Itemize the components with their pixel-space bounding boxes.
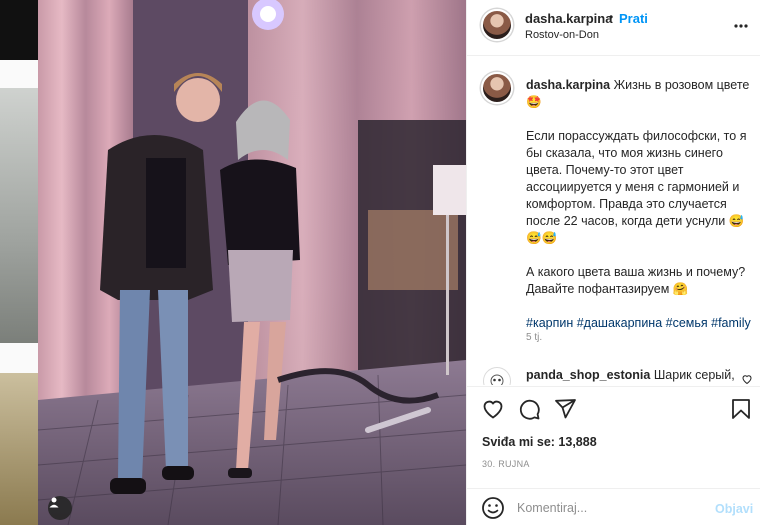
heart-icon[interactable] bbox=[481, 397, 505, 421]
separator-dot: • bbox=[609, 10, 614, 24]
comment-like-heart-icon[interactable] bbox=[741, 373, 753, 385]
emoji-icon[interactable] bbox=[481, 496, 505, 520]
bookmark-icon[interactable] bbox=[729, 397, 753, 421]
user-icon bbox=[49, 497, 59, 508]
caption-hashtags[interactable]: #карпин #дашакарпина #семья #family bbox=[526, 315, 752, 332]
avatar[interactable] bbox=[481, 9, 513, 41]
post-header: dasha.karpina • Prati Rostov-on-Don bbox=[467, 0, 760, 56]
sliver-image bbox=[0, 373, 38, 525]
sliver-image bbox=[0, 88, 38, 343]
sliver-gap bbox=[0, 343, 38, 373]
photo-illustration bbox=[38, 0, 466, 525]
comment-icon[interactable] bbox=[517, 397, 541, 421]
tagged-users-button[interactable] bbox=[48, 496, 72, 520]
follow-button[interactable]: Prati bbox=[619, 11, 648, 26]
comments-section[interactable]: dasha.karpina Жизнь в розовом цвете 🤩 Ес… bbox=[467, 57, 760, 385]
location-link[interactable]: Rostov-on-Don bbox=[525, 29, 599, 41]
caption-paragraph-1: Если порассуждать философски, то я бы ск… bbox=[526, 129, 747, 245]
post-date[interactable]: 30. RUJNA bbox=[482, 459, 530, 469]
caption-timestamp[interactable]: 5 tj. bbox=[526, 332, 542, 343]
post-comment-button[interactable]: Objavi bbox=[715, 502, 753, 516]
post-caption: dasha.karpina Жизнь в розовом цвете 🤩 Ес… bbox=[526, 77, 752, 349]
header-username[interactable]: dasha.karpina bbox=[525, 11, 612, 26]
sliver-gap bbox=[0, 60, 38, 88]
post-details-panel: dasha.karpina • Prati Rostov-on-Don dash… bbox=[466, 0, 760, 525]
comment-input[interactable] bbox=[517, 497, 707, 519]
caption-username[interactable]: dasha.karpina bbox=[526, 78, 610, 92]
caption-paragraph-2: А какого цвета ваша жизнь и почему? Дава… bbox=[526, 265, 746, 296]
post-photo[interactable] bbox=[38, 0, 466, 525]
add-comment-bar: Objavi bbox=[467, 488, 760, 525]
caption-avatar[interactable] bbox=[481, 72, 513, 104]
commenter-avatar[interactable] bbox=[483, 367, 511, 385]
comment-text: Шарик серый, bbox=[653, 368, 735, 382]
previous-post-sliver bbox=[0, 0, 38, 525]
panda-logo-icon bbox=[490, 374, 504, 385]
sliver-block bbox=[0, 0, 38, 60]
action-bar: Sviđa mi se: 13,888 30. RUJNA bbox=[467, 386, 760, 488]
more-horizontal-icon[interactable] bbox=[733, 18, 749, 34]
comment-item: panda_shop_estonia Шарик серый, bbox=[526, 368, 736, 382]
share-icon[interactable] bbox=[553, 397, 577, 421]
comment-username[interactable]: panda_shop_estonia bbox=[526, 368, 650, 382]
likes-count[interactable]: Sviđa mi se: 13,888 bbox=[482, 435, 597, 449]
